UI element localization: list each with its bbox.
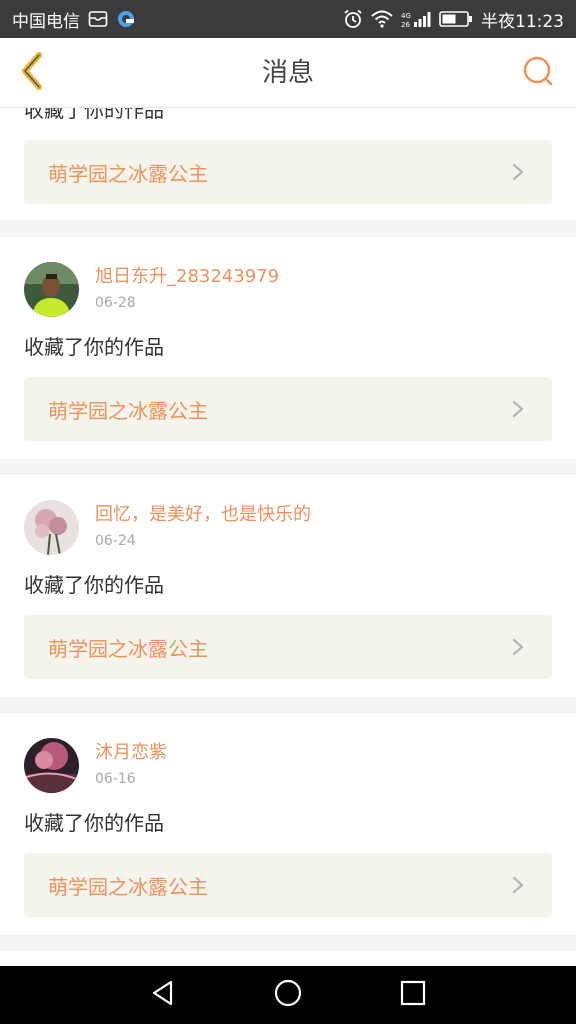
chevron-right-icon	[508, 399, 528, 419]
page-title: 消息	[261, 58, 314, 88]
avatar[interactable]	[24, 499, 79, 555]
message-action-text: 收藏了你的作品	[24, 573, 164, 597]
work-link[interactable]: 萌学园之冰露公主	[24, 377, 552, 441]
work-link[interactable]: 萌学园之冰露公主	[24, 615, 552, 679]
header-bar: 消息	[0, 38, 576, 108]
svg-text:4G: 4G	[401, 12, 411, 20]
nav-back-button[interactable]	[143, 975, 183, 1015]
message-card: 回忆，是美好，也是快乐的 06-24 收藏了你的作品 萌学园之冰露公主	[0, 475, 576, 697]
svg-text:26: 26	[401, 21, 410, 28]
system-nav-bar	[0, 966, 576, 1024]
message-action-text: 收藏了你的作品	[24, 108, 164, 122]
message-card	[0, 951, 576, 966]
message-user[interactable]: 回忆，是美好，也是快乐的 06-24	[24, 499, 311, 555]
message-user[interactable]: 沐月恋紫 06-16	[24, 737, 167, 793]
mail-icon	[88, 10, 108, 28]
username[interactable]: 沐月恋紫	[95, 742, 167, 764]
search-icon	[521, 55, 555, 93]
app-icon	[116, 9, 136, 29]
work-link[interactable]: 萌学园之冰露公主	[24, 853, 552, 917]
avatar[interactable]	[24, 261, 79, 317]
nav-recent-button[interactable]	[393, 975, 433, 1015]
nav-back-icon	[149, 979, 177, 1011]
nav-recent-icon	[399, 979, 427, 1011]
chevron-right-icon	[508, 162, 528, 182]
message-card: 沐月恋紫 06-16 收藏了你的作品 萌学园之冰露公主	[0, 713, 576, 935]
search-button[interactable]	[520, 56, 556, 92]
message-user[interactable]: 旭日东升_283243979 06-28	[24, 261, 279, 317]
work-title: 萌学园之冰露公主	[48, 398, 208, 423]
wifi-icon	[371, 10, 393, 28]
message-date: 06-16	[95, 771, 136, 787]
message-date: 06-24	[95, 533, 136, 549]
nav-home-button[interactable]	[268, 975, 308, 1015]
message-card: 旭日东升_283243979 06-28 收藏了你的作品 萌学园之冰露公主	[0, 237, 576, 459]
chevron-right-icon	[508, 637, 528, 657]
battery-icon	[439, 10, 473, 28]
message-card: 收藏了你的作品 萌学园之冰露公主	[0, 108, 576, 220]
nav-home-icon	[273, 978, 303, 1012]
signal-icon: 4G 26	[401, 10, 431, 28]
carrier-label: 中国电信	[12, 11, 80, 32]
clock: 半夜11:23	[481, 11, 564, 32]
username[interactable]: 回忆，是美好，也是快乐的	[95, 504, 311, 526]
alarm-icon	[343, 9, 363, 29]
work-title: 萌学园之冰露公主	[48, 636, 208, 661]
message-action-text: 收藏了你的作品	[24, 335, 164, 359]
message-date: 06-28	[95, 295, 136, 311]
work-link[interactable]: 萌学园之冰露公主	[24, 140, 552, 204]
avatar[interactable]	[24, 737, 79, 793]
username[interactable]: 旭日东升_283243979	[95, 266, 279, 288]
message-list[interactable]: 收藏了你的作品 萌学园之冰露公主 旭日东升_283243979 06-28 收藏…	[0, 108, 576, 966]
work-title: 萌学园之冰露公主	[48, 874, 208, 899]
status-bar: 中国电信 4G 26 半夜11:23	[0, 0, 576, 38]
chevron-right-icon	[508, 875, 528, 895]
message-action-text: 收藏了你的作品	[24, 811, 164, 835]
work-title: 萌学园之冰露公主	[48, 161, 208, 186]
